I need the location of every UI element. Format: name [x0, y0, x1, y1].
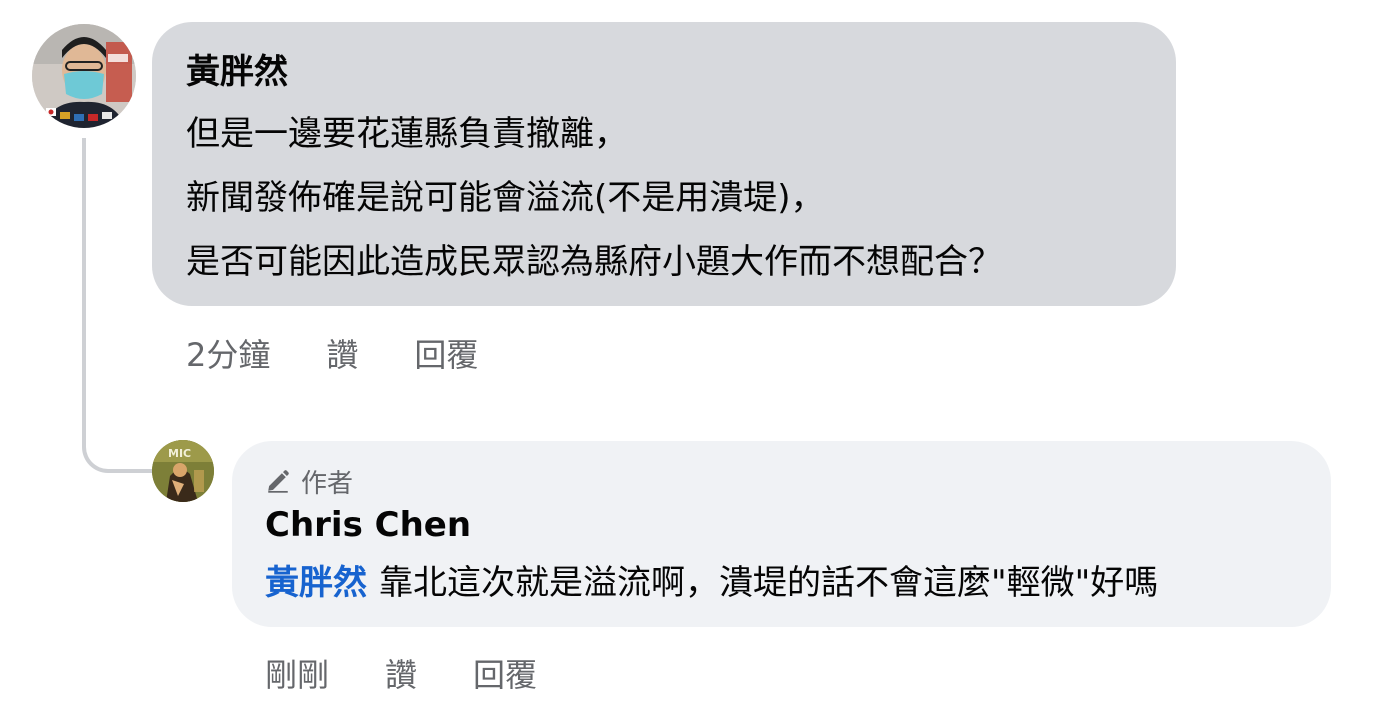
- comment-actions: 2分鐘 讚 回覆: [186, 328, 534, 378]
- timestamp-link[interactable]: 剛剛: [265, 650, 329, 696]
- reply-body: 黃胖然 靠北這次就是溢流啊，潰堤的話不會這麼"輕微"好嗎: [265, 555, 1297, 611]
- comment-author[interactable]: 黃胖然: [186, 50, 1142, 94]
- reply-actions: 剛剛 讚 回覆: [265, 648, 593, 698]
- comment-line: 但是一邊要花蓮縣負責撤離，: [186, 114, 628, 154]
- comment-line: 是否可能因此造成民眾認為縣府小題大作而不想配合？: [186, 242, 1002, 282]
- reply-author[interactable]: Chris Chen: [265, 503, 1297, 547]
- avatar[interactable]: [32, 24, 136, 128]
- reply-button[interactable]: 回覆: [473, 650, 537, 696]
- pencil-icon: [265, 468, 291, 494]
- reply-text: 靠北這次就是溢流啊，潰堤的話不會這麼"輕微"好嗎: [379, 563, 1159, 603]
- like-button[interactable]: 讚: [326, 330, 358, 376]
- thread-connector-line: [82, 138, 152, 473]
- reply-button[interactable]: 回覆: [414, 330, 478, 376]
- avatar-photo-icon: MIC: [152, 440, 214, 502]
- svg-text:MIC: MIC: [168, 447, 191, 460]
- comment-bubble: 黃胖然 但是一邊要花蓮縣負責撤離， 新聞發佈確是說可能會溢流(不是用潰堤)， 是…: [152, 22, 1176, 306]
- author-badge-label: 作者: [301, 468, 354, 499]
- comment-body: 但是一邊要花蓮縣負責撤離， 新聞發佈確是說可能會溢流(不是用潰堤)， 是否可能因…: [186, 102, 1142, 294]
- reply-bubble: 作者 Chris Chen 黃胖然 靠北這次就是溢流啊，潰堤的話不會這麼"輕微"好…: [232, 441, 1331, 627]
- like-button[interactable]: 讚: [385, 650, 417, 696]
- mention-link[interactable]: 黃胖然: [265, 563, 367, 603]
- author-badge: 作者: [265, 461, 1297, 501]
- comment-thread: 黃胖然 但是一邊要花蓮縣負責撤離， 新聞發佈確是說可能會溢流(不是用潰堤)， 是…: [0, 0, 1393, 714]
- comment-line: 新聞發佈確是說可能會溢流(不是用潰堤)，: [186, 178, 825, 218]
- reply-avatar[interactable]: MIC: [152, 440, 214, 502]
- timestamp-link[interactable]: 2分鐘: [186, 330, 270, 376]
- avatar-photo-icon: [32, 24, 136, 128]
